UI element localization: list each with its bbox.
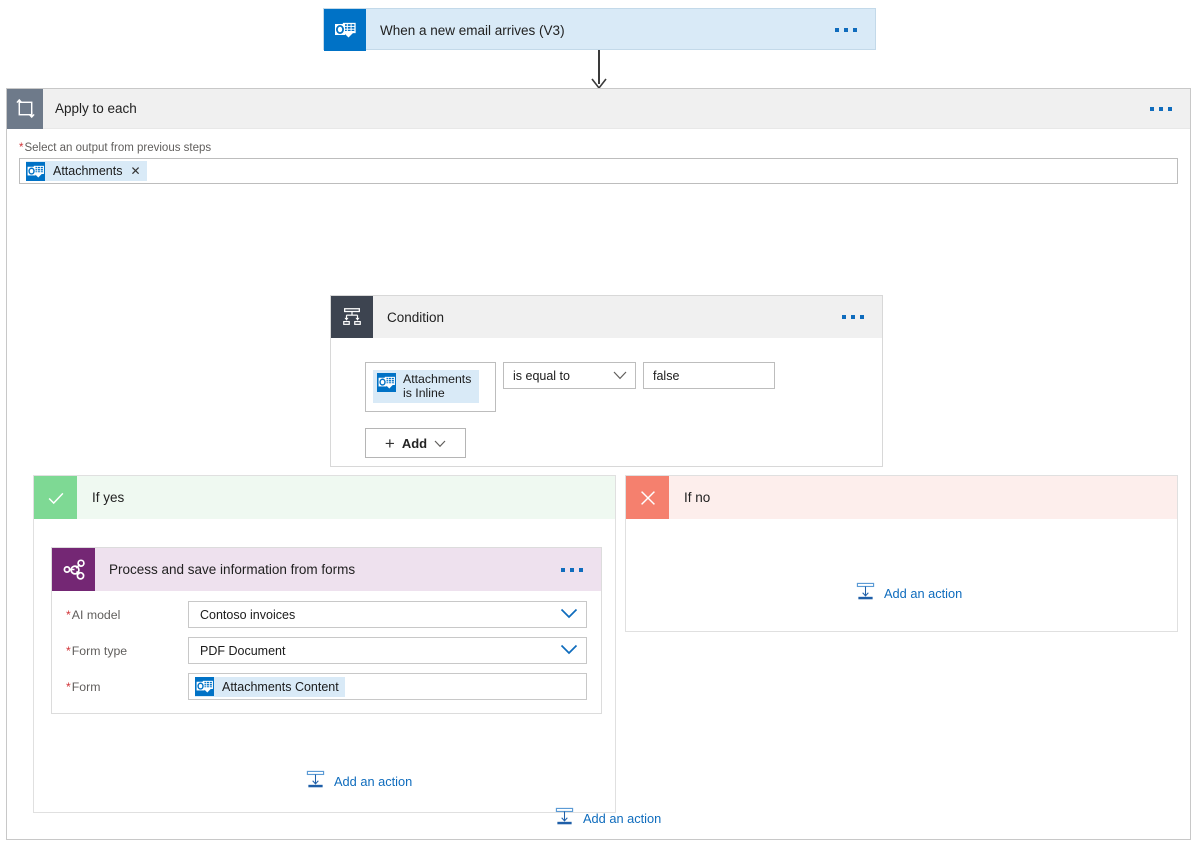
condition-card: Condition [330,295,883,467]
ai-model-row: *AI model Contoso invoices [66,601,587,628]
add-action-if-yes[interactable]: Add an action [306,770,412,792]
condition-row: Attachments is Inline is equal to false [365,362,882,412]
required-asterisk: * [19,142,23,154]
ai-builder-more-menu[interactable] [561,568,601,572]
trigger-card-when-new-email-arrives[interactable]: When a new email arrives (V3) [323,8,876,50]
add-action-if-no[interactable]: Add an action [856,582,962,604]
outlook-icon [195,677,214,696]
required-asterisk: * [66,644,71,658]
add-action-if-no-label: Add an action [884,586,962,601]
ai-model-value: Contoso invoices [200,608,295,622]
branch-if-no-header: If no [626,476,1177,519]
form-type-value: PDF Document [200,644,285,658]
check-icon [34,476,77,519]
chevron-down-icon [560,644,578,658]
ai-builder-action-card: Process and save information from forms … [51,547,602,714]
form-input[interactable]: Attachments Content [188,673,587,700]
close-icon[interactable]: ✕ [130,164,140,178]
apply-to-each-body: *Select an output from previous steps [7,129,1190,184]
outlook-icon [26,162,45,181]
condition-header[interactable]: Condition [331,296,882,338]
apply-to-each-title: Apply to each [43,101,1150,116]
form-type-label: *Form type [66,644,188,658]
condition-operator-value: is equal to [513,369,570,383]
form-type-label-text: Form type [72,644,127,658]
required-asterisk: * [66,608,71,622]
form-type-row: *Form type PDF Document [66,637,587,664]
branch-if-no: If no Add an action [625,475,1178,632]
connector-arrow-icon [598,50,600,92]
select-output-label-text: Select an output from previous steps [24,142,211,154]
form-label: *Form [66,680,188,694]
ai-builder-title: Process and save information from forms [95,562,561,577]
flow-designer-canvas: When a new email arrives (V3) Apply to e… [0,0,1197,848]
chevron-down-icon [434,436,446,451]
plus-icon: + [385,435,395,452]
ai-builder-header[interactable]: Process and save information from forms [52,548,601,591]
condition-value-input[interactable]: false [643,362,775,389]
branch-if-yes-label: If yes [77,490,124,505]
outlook-icon [324,9,366,51]
select-output-input[interactable]: Attachments ✕ [19,158,1178,184]
condition-value-text: false [653,369,679,383]
ai-builder-icon [52,548,95,591]
condition-title: Condition [373,310,842,325]
form-label-text: Form [72,680,101,694]
add-action-icon [306,770,325,792]
loop-icon [7,89,43,129]
add-condition-button[interactable]: + Add [365,428,466,458]
required-asterisk: * [66,680,71,694]
apply-to-each-header[interactable]: Apply to each [7,89,1190,129]
branch-if-yes: If yes [33,475,616,813]
close-icon [626,476,669,519]
trigger-title: When a new email arrives (V3) [366,23,835,38]
add-action-loop-bottom-label: Add an action [583,811,661,826]
condition-left-operand-input[interactable]: Attachments is Inline [365,362,496,412]
apply-to-each-container: Apply to each *Select an output from pre… [6,88,1191,840]
form-type-select[interactable]: PDF Document [188,637,587,664]
trigger-card-header: When a new email arrives (V3) [324,9,875,51]
chevron-down-icon [613,369,627,383]
add-action-if-yes-label: Add an action [334,774,412,789]
attachments-token-label: Attachments [53,164,122,178]
add-action-icon [555,807,574,829]
outlook-icon [377,373,396,392]
select-output-label: *Select an output from previous steps [19,142,1178,154]
branch-if-no-label: If no [669,490,710,505]
condition-icon [331,296,373,338]
chevron-down-icon [560,608,578,622]
add-action-loop-bottom[interactable]: Add an action [555,807,661,829]
ai-model-label-text: AI model [72,608,121,622]
operand-line-2: is Inline [403,386,445,400]
attachments-is-inline-token[interactable]: Attachments is Inline [373,370,479,403]
condition-operator-select[interactable]: is equal to [503,362,636,389]
operand-line-1: Attachments [403,372,471,386]
attachments-token[interactable]: Attachments ✕ [26,161,147,181]
ai-model-select[interactable]: Contoso invoices [188,601,587,628]
operand-token-text: Attachments is Inline [403,372,471,400]
trigger-more-menu[interactable] [835,28,875,32]
condition-body: Attachments is Inline is equal to false [331,338,882,458]
ai-model-label: *AI model [66,608,188,622]
attachments-content-token[interactable]: Attachments Content [195,677,345,697]
add-condition-label: Add [402,436,427,451]
condition-more-menu[interactable] [842,315,882,319]
add-action-icon [856,582,875,604]
branch-if-yes-header: If yes [34,476,615,519]
form-token-label: Attachments Content [222,680,339,694]
form-row: *Form [66,673,587,700]
ai-builder-body: *AI model Contoso invoices *Form type [52,591,601,700]
apply-to-each-more-menu[interactable] [1150,107,1190,111]
